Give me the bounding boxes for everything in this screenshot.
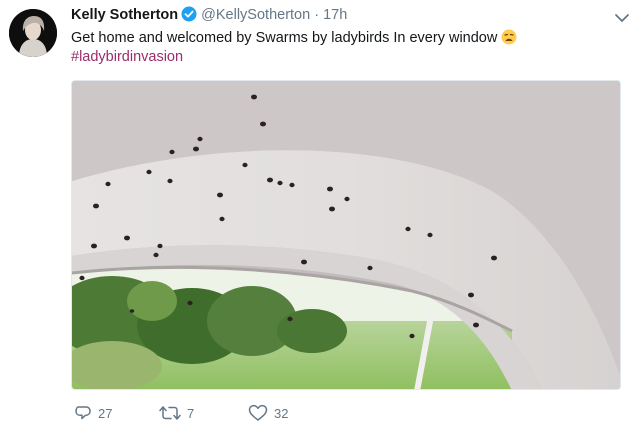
like-count: 32 bbox=[274, 405, 289, 421]
ladybird-window-photo bbox=[72, 81, 620, 389]
reply-button[interactable]: 27 bbox=[74, 404, 112, 422]
avatar[interactable] bbox=[9, 9, 57, 57]
like-button[interactable]: 32 bbox=[248, 404, 288, 422]
profile-photo bbox=[9, 9, 57, 57]
tweet-header: Kelly Sotherton @KellySotherton · 17h bbox=[71, 6, 614, 26]
verified-badge-icon bbox=[181, 6, 197, 26]
tweet-text: Get home and welcomed by Swarms by ladyb… bbox=[71, 28, 517, 51]
heart-icon bbox=[248, 404, 268, 422]
reply-icon bbox=[74, 404, 92, 422]
author-handle[interactable]: @KellySotherton bbox=[201, 7, 310, 23]
tweet-text-content: Get home and welcomed by Swarms by ladyb… bbox=[71, 30, 498, 46]
author-name[interactable]: Kelly Sotherton bbox=[71, 7, 178, 23]
tweet-timestamp[interactable]: 17h bbox=[323, 7, 347, 23]
retweet-button[interactable]: 7 bbox=[159, 404, 194, 422]
retweet-count: 7 bbox=[187, 405, 195, 421]
retweet-icon bbox=[159, 404, 181, 422]
chevron-down-icon[interactable] bbox=[614, 10, 630, 23]
reply-count: 27 bbox=[98, 405, 113, 421]
hashtag-link[interactable]: #ladybirdinvasion bbox=[71, 49, 183, 65]
tweet-media-photo[interactable] bbox=[71, 80, 621, 390]
weary-face-emoji-icon bbox=[501, 29, 517, 51]
separator-dot: · bbox=[314, 7, 320, 23]
